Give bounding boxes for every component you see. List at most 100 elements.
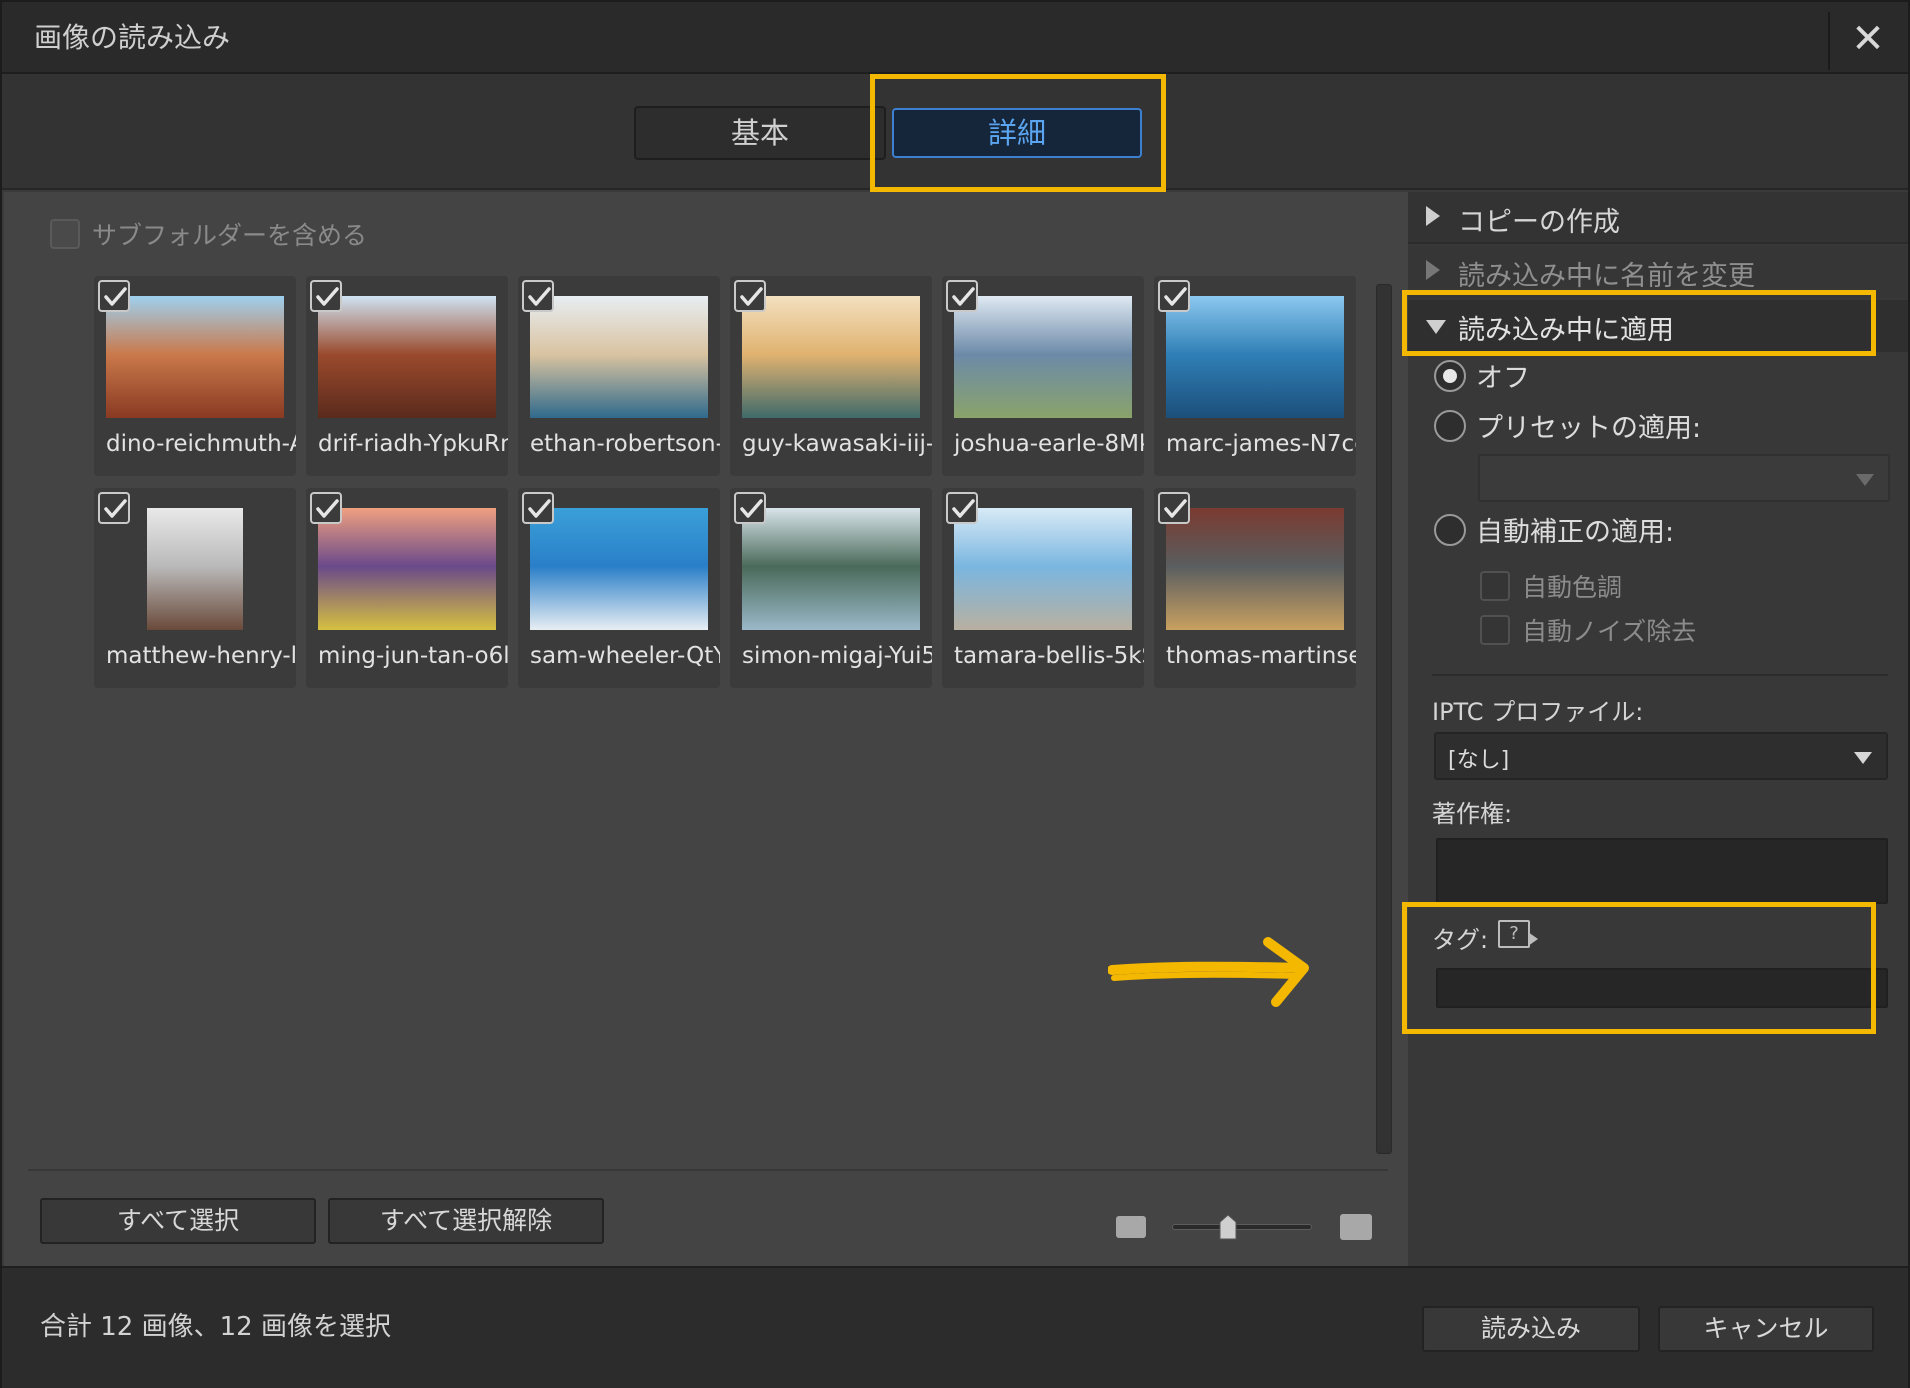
include-subfolders-checkbox[interactable] [50, 219, 80, 249]
thumbnail-item[interactable]: ethan-robertson-! [518, 276, 720, 476]
thumbnail-item[interactable]: drif-riadh-YpkuRn [306, 276, 508, 476]
thumbnail-item[interactable]: marc-james-N7cc [1154, 276, 1356, 476]
thumbnail-checkbox[interactable] [98, 280, 130, 312]
copyright-field[interactable] [1436, 838, 1888, 904]
thumbnail-checkbox[interactable] [1158, 280, 1190, 312]
pointer-arrow-icon [1108, 937, 1309, 1007]
tab-detail[interactable]: 詳細 [892, 108, 1142, 158]
thumbnail-pane: サブフォルダーを含める dino-reichmuth-A drif-riadh-Y… [4, 192, 1408, 1266]
thumbnail-item[interactable]: thomas-martinser [1154, 488, 1356, 688]
thumbnail-size-slider[interactable] [1172, 1224, 1312, 1230]
copyright-label: 著作権: [1432, 800, 1513, 828]
section-copy-label: コピーの作成 [1458, 207, 1620, 238]
thumbnail-filename: matthew-henry-lx [106, 643, 296, 669]
iptc-dropdown[interactable]: [なし] [1434, 732, 1888, 780]
tab-basic[interactable]: 基本 [634, 106, 886, 160]
thumbnail-item[interactable]: dino-reichmuth-A [94, 276, 296, 476]
thumbnail-item[interactable]: guy-kawasaki-iij- [730, 276, 932, 476]
thumbnail-image[interactable] [318, 508, 496, 630]
thumbnail-image[interactable] [742, 508, 920, 630]
thumbnail-small-icon[interactable] [1116, 1216, 1146, 1238]
radio-preset-label: プリセットの適用: [1476, 413, 1702, 444]
pane-divider [28, 1169, 1388, 1171]
slider-handle[interactable] [1219, 1214, 1237, 1240]
tag-field[interactable] [1436, 968, 1888, 1008]
iptc-value: [なし] [1448, 748, 1510, 773]
radio-preset-button[interactable] [1434, 409, 1466, 442]
thumbnail-checkbox[interactable] [1158, 492, 1190, 524]
section-apply[interactable]: 読み込み中に適用 [1408, 300, 1908, 352]
select-all-button[interactable]: すべて選択 [40, 1198, 316, 1244]
radio-off[interactable]: オフ [1434, 356, 1530, 395]
radio-preset[interactable]: プリセットの適用: [1434, 406, 1701, 445]
thumbnail-item[interactable]: joshua-earle-8Mk [942, 276, 1144, 476]
thumbnail-item[interactable]: matthew-henry-lx [94, 488, 296, 688]
auto-noise-checkbox[interactable] [1480, 615, 1510, 645]
thumbnail-item[interactable]: ming-jun-tan-o6l [306, 488, 508, 688]
thumbnail-image[interactable] [106, 296, 284, 418]
expand-arrow-icon [1426, 260, 1440, 280]
thumbnail-filename: sam-wheeler-QtY [530, 643, 720, 669]
thumbnail-image[interactable] [147, 508, 243, 630]
thumbnail-item[interactable]: sam-wheeler-QtY [518, 488, 720, 688]
title-separator [1828, 12, 1830, 70]
section-rename[interactable]: 読み込み中に名前を変更 [1408, 246, 1908, 298]
thumbnail-filename: drif-riadh-YpkuRn [318, 431, 508, 457]
chevron-down-icon [1856, 474, 1874, 486]
thumbnail-item[interactable]: tamara-bellis-5kS [942, 488, 1144, 688]
thumbnail-checkbox[interactable] [310, 492, 342, 524]
thumbnail-checkbox[interactable] [734, 280, 766, 312]
close-icon[interactable]: ✕ [1838, 12, 1898, 66]
radio-off-button[interactable] [1434, 359, 1466, 392]
thumbnail-image[interactable] [954, 296, 1132, 418]
thumbnail-checkbox[interactable] [946, 492, 978, 524]
thumbnail-checkbox[interactable] [98, 492, 130, 524]
tag-help-icon[interactable]: ? [1498, 920, 1530, 948]
thumbnail-filename: ethan-robertson-! [530, 431, 720, 457]
iptc-label: IPTC プロファイル: [1432, 698, 1644, 726]
auto-tone-label: 自動色調 [1522, 573, 1623, 602]
thumbnail-filename: dino-reichmuth-A [106, 431, 296, 457]
thumbnail-filename: marc-james-N7cc [1166, 431, 1356, 457]
tag-help-arrow-icon [1528, 932, 1538, 946]
radio-auto[interactable]: 自動補正の適用: [1434, 510, 1674, 549]
thumbnail-checkbox[interactable] [946, 280, 978, 312]
preset-dropdown[interactable] [1478, 454, 1890, 502]
section-apply-label: 読み込み中に適用 [1458, 315, 1674, 346]
thumbnail-image[interactable] [530, 508, 708, 630]
thumbnail-large-icon[interactable] [1340, 1214, 1372, 1240]
thumbnail-checkbox[interactable] [522, 492, 554, 524]
options-divider [1432, 674, 1888, 676]
thumbnail-image[interactable] [1166, 508, 1344, 630]
auto-tone-option[interactable]: 自動色調 [1480, 568, 1622, 604]
deselect-all-button[interactable]: すべて選択解除 [328, 1198, 604, 1244]
import-dialog: 画像の読み込み ✕ 基本 詳細 サブフォルダーを含める dino-reichmu… [0, 0, 1910, 1388]
section-copy[interactable]: コピーの作成 [1408, 192, 1908, 244]
thumbnail-image[interactable] [1166, 296, 1344, 418]
thumbnail-item[interactable]: simon-migaj-Yui5 [730, 488, 932, 688]
cancel-button[interactable]: キャンセル [1658, 1306, 1874, 1352]
auto-noise-option[interactable]: 自動ノイズ除去 [1480, 612, 1696, 648]
chevron-down-icon [1854, 752, 1872, 764]
thumbnail-checkbox[interactable] [310, 280, 342, 312]
thumbnail-checkbox[interactable] [734, 492, 766, 524]
section-rename-label: 読み込み中に名前を変更 [1458, 261, 1755, 292]
radio-auto-label: 自動補正の適用: [1476, 517, 1675, 548]
thumbnail-image[interactable] [318, 296, 496, 418]
radio-auto-button[interactable] [1434, 513, 1466, 546]
thumbnail-image[interactable] [742, 296, 920, 418]
thumbnail-checkbox[interactable] [522, 280, 554, 312]
include-subfolders-option[interactable]: サブフォルダーを含める [50, 216, 367, 252]
import-button[interactable]: 読み込み [1422, 1306, 1640, 1352]
title-bar: 画像の読み込み ✕ [2, 2, 1908, 74]
auto-noise-label: 自動ノイズ除去 [1522, 617, 1697, 646]
thumbnail-scrollbar[interactable] [1376, 284, 1392, 1154]
thumbnail-filename: guy-kawasaki-iij- [742, 431, 932, 457]
thumbnail-image[interactable] [954, 508, 1132, 630]
thumbnail-image[interactable] [530, 296, 708, 418]
auto-tone-checkbox[interactable] [1480, 571, 1510, 601]
thumbnail-filename: tamara-bellis-5kS [954, 643, 1144, 669]
include-subfolders-label: サブフォルダーを含める [92, 221, 368, 250]
options-pane: コピーの作成 読み込み中に名前を変更 読み込み中に適用 オフ プリセットの適用:… [1408, 192, 1908, 1266]
selection-status: 合計 12 画像、12 画像を選択 [40, 1312, 391, 1342]
